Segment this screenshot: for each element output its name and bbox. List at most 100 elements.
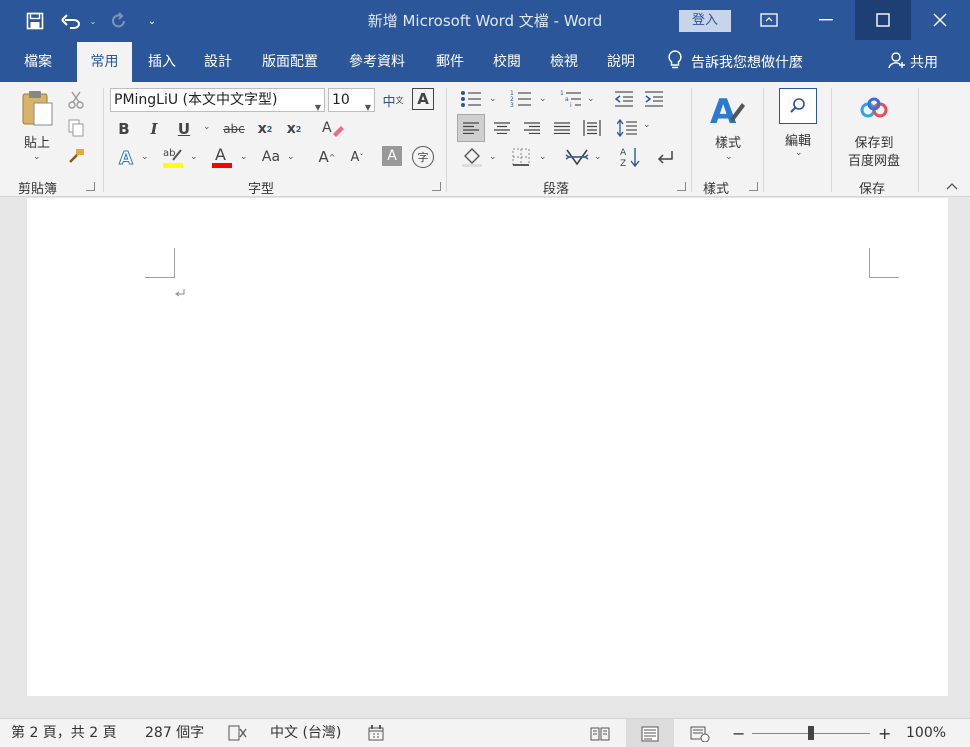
enclose-characters-icon[interactable]: 字 bbox=[412, 146, 434, 168]
clipboard-launcher-icon[interactable] bbox=[86, 182, 95, 191]
borders-icon[interactable] bbox=[508, 144, 534, 170]
font-color-icon[interactable]: A bbox=[210, 144, 234, 170]
shrink-font-icon[interactable]: Aˇ bbox=[346, 146, 368, 168]
character-shading-icon[interactable]: A bbox=[382, 146, 402, 166]
text-effects-dropdown-icon[interactable]: ⌄ bbox=[141, 152, 149, 162]
justify-icon[interactable] bbox=[548, 114, 576, 142]
editing-label[interactable]: 編輯 bbox=[774, 130, 822, 149]
change-case-dropdown-icon[interactable]: ⌄ bbox=[287, 152, 295, 162]
document-page[interactable] bbox=[27, 198, 948, 696]
tab-file[interactable]: 檔案 bbox=[10, 42, 66, 82]
line-spacing-icon[interactable] bbox=[614, 114, 640, 142]
cut-icon[interactable] bbox=[66, 90, 86, 110]
proofing-icon[interactable] bbox=[228, 724, 248, 742]
close-icon[interactable] bbox=[912, 0, 968, 40]
line-spacing-dropdown-icon[interactable]: ⌄ bbox=[643, 120, 651, 130]
italic-icon[interactable]: I bbox=[144, 118, 164, 140]
document-area[interactable] bbox=[0, 198, 970, 718]
baidu-cloud-icon[interactable] bbox=[857, 94, 891, 122]
styles-launcher-icon[interactable] bbox=[749, 182, 758, 191]
superscript-icon[interactable]: x2 bbox=[283, 118, 305, 140]
align-right-icon[interactable] bbox=[518, 114, 546, 142]
redo-icon[interactable] bbox=[106, 0, 132, 42]
sort-icon[interactable]: AZ bbox=[618, 144, 644, 170]
word-count[interactable]: 287 個字 bbox=[145, 719, 204, 747]
shading-icon[interactable] bbox=[458, 144, 486, 170]
bullets-dropdown-icon[interactable]: ⌄ bbox=[489, 94, 497, 104]
zoom-level[interactable]: 100% bbox=[906, 719, 946, 747]
clear-formatting-icon[interactable]: A bbox=[320, 117, 346, 141]
maximize-icon[interactable] bbox=[855, 0, 911, 40]
distributed-icon[interactable] bbox=[578, 114, 606, 142]
underline-dropdown-icon[interactable]: ⌄ bbox=[203, 122, 211, 132]
zoom-out-icon[interactable]: − bbox=[732, 719, 745, 747]
tab-view[interactable]: 檢視 bbox=[538, 42, 590, 82]
tell-me-box[interactable]: 告訴我您想做什麼 bbox=[667, 42, 803, 82]
collapse-ribbon-icon[interactable] bbox=[944, 180, 960, 192]
paste-label[interactable]: 貼上 bbox=[14, 132, 60, 151]
multilevel-list-icon[interactable]: 1ai bbox=[558, 88, 584, 110]
tab-mailings[interactable]: 郵件 bbox=[424, 42, 476, 82]
language[interactable]: 中文 (台灣) bbox=[270, 719, 341, 747]
styles-dropdown-icon[interactable]: ⌄ bbox=[725, 152, 733, 162]
subscript-icon[interactable]: x2 bbox=[254, 118, 276, 140]
page-info[interactable]: 第 2 頁，共 2 頁 bbox=[11, 719, 117, 747]
format-painter-icon[interactable] bbox=[66, 146, 86, 166]
zoom-in-icon[interactable]: + bbox=[878, 719, 891, 747]
save-icon[interactable] bbox=[22, 0, 48, 42]
styles-label[interactable]: 樣式 bbox=[704, 132, 752, 151]
search-icon[interactable] bbox=[779, 88, 817, 124]
bullets-icon[interactable] bbox=[458, 88, 484, 110]
paste-icon[interactable] bbox=[18, 88, 56, 128]
tab-layout[interactable]: 版面配置 bbox=[250, 42, 330, 82]
strikethrough-icon[interactable]: abc bbox=[220, 118, 248, 140]
font-color-dropdown-icon[interactable]: ⌄ bbox=[240, 152, 248, 162]
zoom-slider-thumb[interactable] bbox=[808, 726, 814, 740]
change-case-icon[interactable]: Aa bbox=[258, 146, 284, 168]
tab-references[interactable]: 參考資料 bbox=[337, 42, 417, 82]
borders-dropdown-icon[interactable]: ⌄ bbox=[539, 152, 547, 162]
increase-indent-icon[interactable] bbox=[642, 88, 666, 110]
highlight-dropdown-icon[interactable]: ⌄ bbox=[190, 152, 198, 162]
multilevel-list-dropdown-icon[interactable]: ⌄ bbox=[587, 94, 595, 104]
numbering-icon[interactable]: 123 bbox=[508, 88, 534, 110]
phonetic-guide-icon[interactable]: 中文 bbox=[381, 88, 405, 112]
read-mode-icon[interactable] bbox=[576, 719, 624, 747]
share-button[interactable]: 共用 bbox=[888, 42, 938, 82]
tab-insert[interactable]: 插入 bbox=[136, 42, 188, 82]
tab-home[interactable]: 常用 bbox=[77, 42, 132, 82]
customize-toolbar-icon[interactable]: ⌄ bbox=[144, 0, 160, 42]
numbering-dropdown-icon[interactable]: ⌄ bbox=[539, 94, 547, 104]
print-layout-icon[interactable] bbox=[626, 719, 674, 747]
font-name-box[interactable]: PMingLiU (本文中文字型) ▼ bbox=[110, 88, 325, 112]
grow-font-icon[interactable]: A ^ bbox=[316, 146, 338, 168]
shading-dropdown-icon[interactable]: ⌄ bbox=[489, 152, 497, 162]
copy-icon[interactable] bbox=[66, 118, 86, 138]
tab-design[interactable]: 設計 bbox=[192, 42, 244, 82]
undo-dropdown-icon[interactable]: ⌄ bbox=[86, 0, 100, 42]
undo-icon[interactable] bbox=[58, 0, 84, 42]
web-layout-icon[interactable] bbox=[676, 719, 724, 747]
save-to-baidu-label-2[interactable]: 百度网盘 bbox=[838, 150, 910, 169]
align-center-icon[interactable] bbox=[488, 114, 516, 142]
login-button[interactable]: 登入 bbox=[679, 10, 731, 32]
paragraph-launcher-icon[interactable] bbox=[677, 182, 686, 191]
styles-icon[interactable]: A bbox=[704, 88, 748, 130]
show-hide-marks-icon[interactable] bbox=[652, 144, 678, 170]
decrease-indent-icon[interactable] bbox=[612, 88, 636, 110]
bold-icon[interactable]: B bbox=[114, 118, 134, 140]
editing-dropdown-icon[interactable]: ⌄ bbox=[795, 148, 803, 158]
ribbon-display-options-icon[interactable] bbox=[741, 0, 797, 40]
character-border-icon[interactable]: A bbox=[412, 88, 434, 110]
text-effects-icon[interactable]: A bbox=[114, 146, 138, 170]
minimize-icon[interactable] bbox=[798, 0, 854, 40]
paste-dropdown-icon[interactable]: ⌄ bbox=[33, 152, 41, 162]
highlight-icon[interactable]: ab bbox=[160, 144, 186, 170]
macro-icon[interactable] bbox=[367, 724, 385, 742]
tab-help[interactable]: 說明 bbox=[595, 42, 647, 82]
save-to-baidu-label-1[interactable]: 保存到 bbox=[838, 132, 910, 151]
font-size-box[interactable]: 10 ▼ bbox=[328, 88, 375, 112]
font-launcher-icon[interactable] bbox=[432, 182, 441, 191]
asian-layout-icon[interactable] bbox=[562, 144, 592, 170]
align-left-icon[interactable] bbox=[457, 114, 485, 142]
